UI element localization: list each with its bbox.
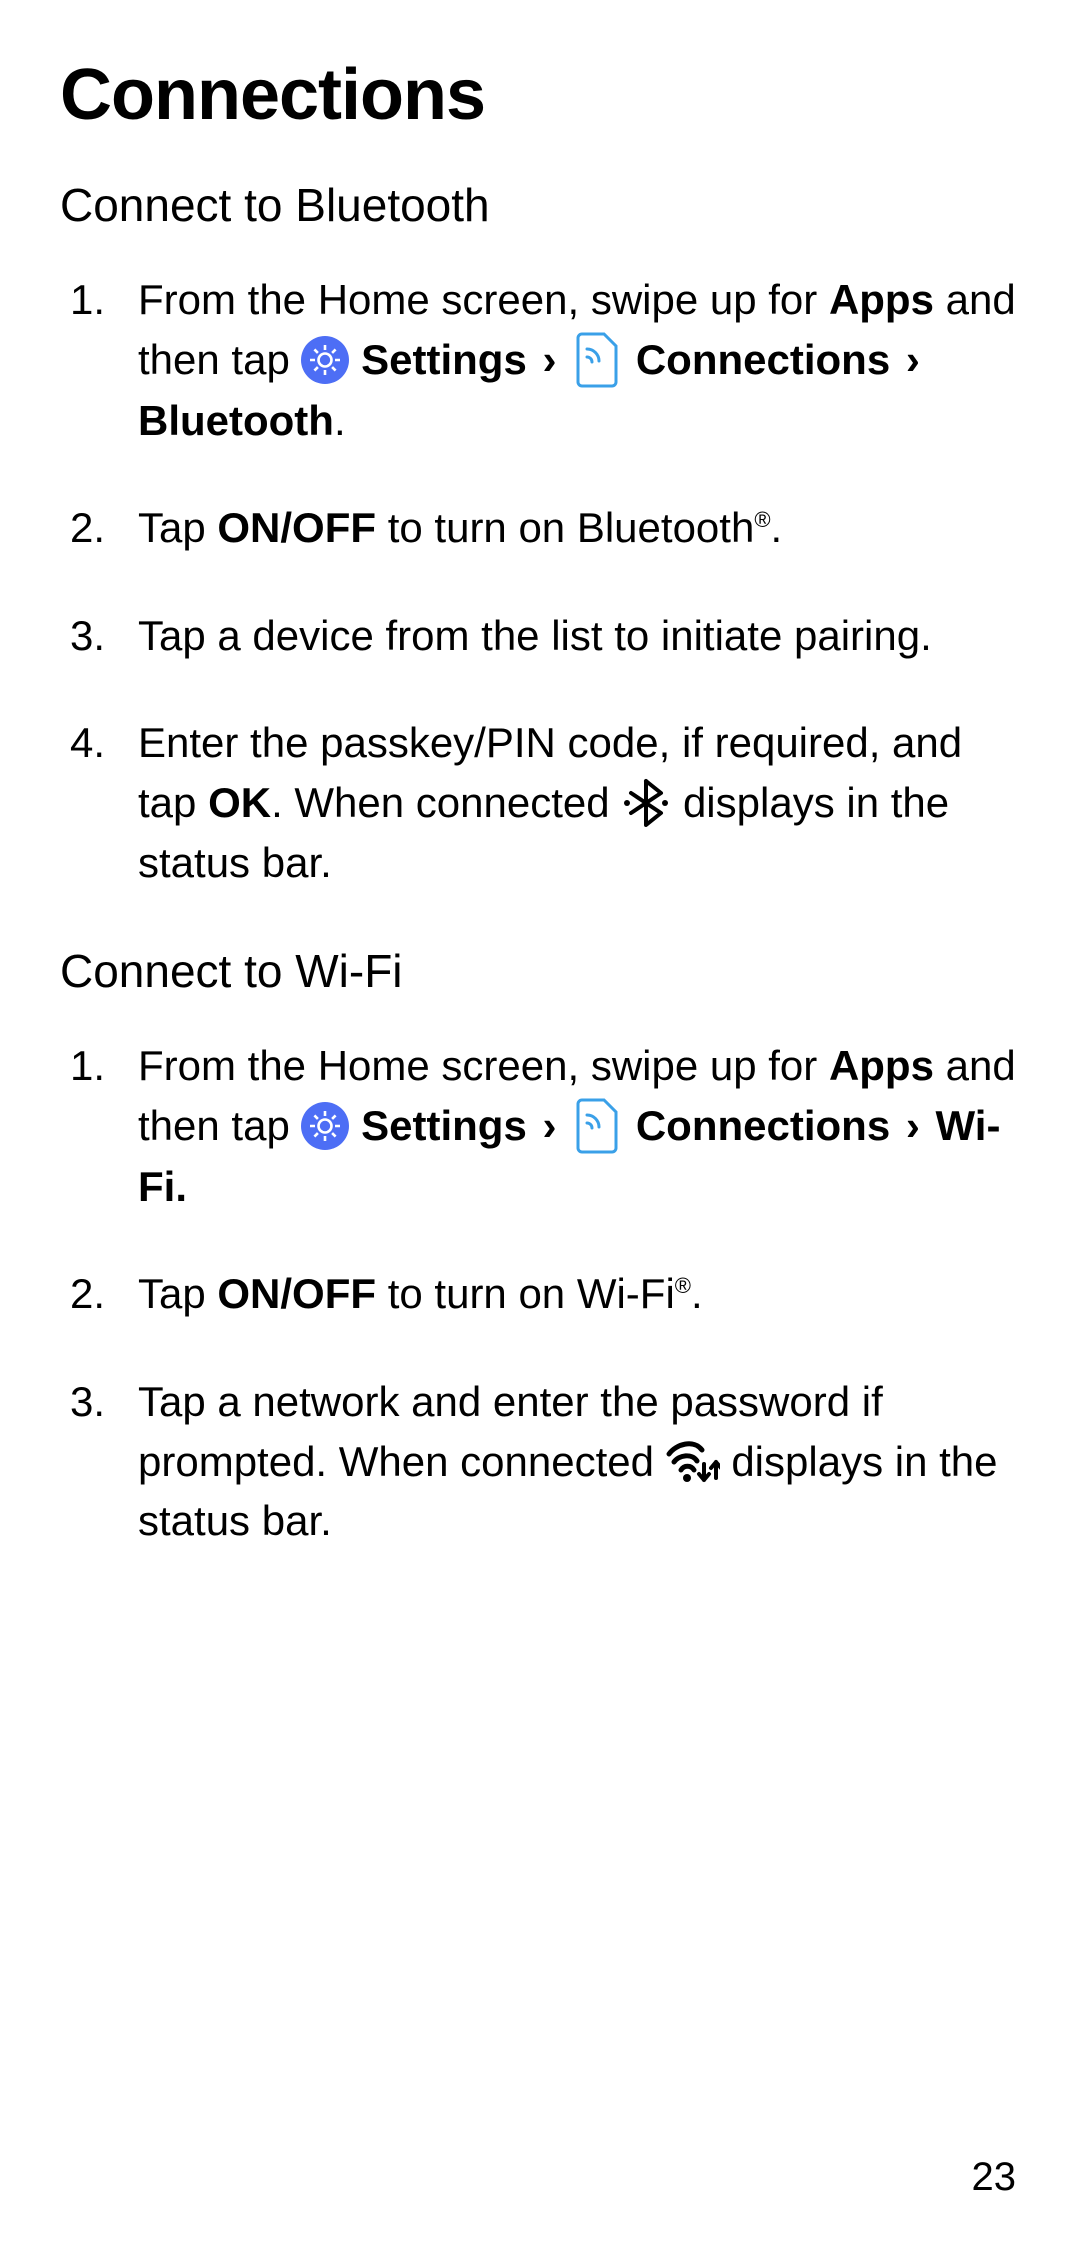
- connections-label: Connections: [636, 336, 890, 383]
- settings-label: Settings: [361, 1102, 527, 1149]
- section-heading-wifi: Connect to Wi-Fi: [60, 944, 1020, 998]
- step-number: 2.: [70, 498, 105, 558]
- chevron-right-icon: ›: [902, 1102, 924, 1149]
- list-item: 3. Tap a network and enter the password …: [60, 1372, 1020, 1551]
- document-page: Connections Connect to Bluetooth 1. From…: [0, 0, 1080, 1551]
- list-item: 1. From the Home screen, swipe up for Ap…: [60, 270, 1020, 450]
- step-text: Tap: [138, 504, 217, 551]
- section-heading-bluetooth: Connect to Bluetooth: [60, 178, 1020, 232]
- onoff-label: ON/OFF: [217, 1270, 376, 1317]
- registered-mark: ®: [754, 507, 770, 532]
- step-number: 3.: [70, 1372, 105, 1432]
- settings-gear-icon: [301, 336, 349, 384]
- chevron-right-icon: ›: [539, 1102, 561, 1149]
- apps-label: Apps: [829, 1042, 934, 1089]
- page-number: 23: [972, 2155, 1017, 2200]
- registered-mark: ®: [675, 1273, 691, 1298]
- list-item: 3. Tap a device from the list to initiat…: [60, 606, 1020, 666]
- list-item: 4. Enter the passkey/PIN code, if requir…: [60, 713, 1020, 892]
- steps-list-bluetooth: 1. From the Home screen, swipe up for Ap…: [60, 270, 1020, 892]
- step-number: 4.: [70, 713, 105, 773]
- period: .: [771, 504, 783, 551]
- chevron-right-icon: ›: [902, 336, 924, 383]
- period: .: [691, 1270, 703, 1317]
- apps-label: Apps: [829, 276, 934, 323]
- step-text: From the Home screen, swipe up for: [138, 1042, 829, 1089]
- step-text: . When connected: [271, 779, 621, 826]
- list-item: 1. From the Home screen, swipe up for Ap…: [60, 1036, 1020, 1216]
- settings-gear-icon: [301, 1102, 349, 1150]
- wifi-arrows-icon: [666, 1440, 720, 1484]
- onoff-label: ON/OFF: [217, 504, 376, 551]
- step-number: 2.: [70, 1264, 105, 1324]
- period: .: [334, 397, 346, 444]
- step-text: Tap a device from the list to initiate p…: [138, 612, 932, 659]
- step-text: From the Home screen, swipe up for: [138, 276, 829, 323]
- connections-sim-icon: [572, 1098, 624, 1154]
- page-title: Connections: [60, 54, 1020, 136]
- list-item: 2. Tap ON/OFF to turn on Bluetooth®.: [60, 498, 1020, 558]
- step-text: Tap: [138, 1270, 217, 1317]
- connections-label: Connections: [636, 1102, 890, 1149]
- step-text: to turn on Bluetooth: [376, 504, 754, 551]
- bluetooth-label: Bluetooth: [138, 397, 334, 444]
- step-text: to turn on Wi-Fi: [376, 1270, 675, 1317]
- step-number: 1.: [70, 270, 105, 330]
- chevron-right-icon: ›: [539, 336, 561, 383]
- connections-sim-icon: [572, 332, 624, 388]
- step-number: 1.: [70, 1036, 105, 1096]
- list-item: 2. Tap ON/OFF to turn on Wi-Fi®.: [60, 1264, 1020, 1324]
- ok-label: OK: [208, 779, 271, 826]
- bluetooth-connected-icon: [621, 778, 671, 828]
- settings-label: Settings: [361, 336, 527, 383]
- steps-list-wifi: 1. From the Home screen, swipe up for Ap…: [60, 1036, 1020, 1551]
- step-number: 3.: [70, 606, 105, 666]
